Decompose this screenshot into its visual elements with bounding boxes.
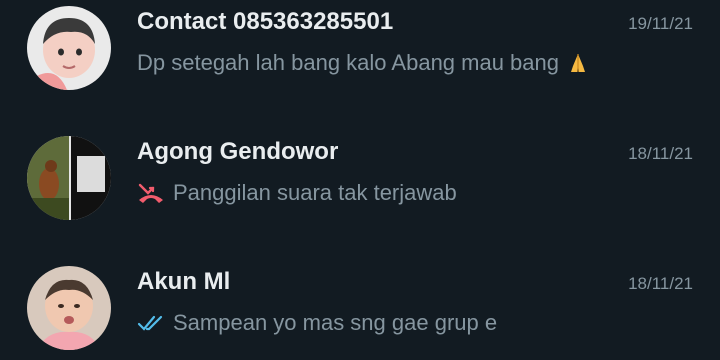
message-preview: Sampean yo mas sng gae grup e bbox=[137, 310, 497, 336]
contact-name: Agong Gendowor bbox=[137, 138, 339, 165]
message-date: 18/11/21 bbox=[628, 144, 693, 163]
message-date: 19/11/21 bbox=[628, 14, 693, 33]
message-preview: Panggilan suara tak terjawab bbox=[137, 180, 457, 206]
chat-row-contact-085363285501[interactable]: Contact 085363285501 19/11/21 Dp setegah… bbox=[0, 0, 720, 100]
avatar-bird-photo-image bbox=[27, 136, 111, 220]
double-check-read-icon bbox=[137, 313, 165, 333]
chat-list: Contact 085363285501 19/11/21 Dp setegah… bbox=[0, 0, 720, 360]
avatar-cartoon-boy-image bbox=[27, 6, 111, 90]
contact-name: Contact 085363285501 bbox=[137, 8, 394, 35]
missed-call-icon bbox=[137, 182, 165, 204]
contact-name: Akun Ml bbox=[137, 268, 231, 295]
message-date: 18/11/21 bbox=[628, 274, 693, 293]
chat-row-agong-gendowor[interactable]: Agong Gendowor 18/11/21 Panggilan suara … bbox=[0, 130, 720, 230]
avatar[interactable] bbox=[27, 6, 111, 90]
folded-hands-emoji-icon bbox=[567, 52, 589, 74]
avatar-baby-photo-image bbox=[27, 266, 111, 350]
message-preview-text: Panggilan suara tak terjawab bbox=[173, 180, 457, 205]
avatar[interactable] bbox=[27, 136, 111, 220]
message-preview-text: Sampean yo mas sng gae grup e bbox=[173, 310, 498, 335]
message-preview-text: Dp setegah lah bang kalo Abang mau bang bbox=[137, 50, 559, 75]
avatar[interactable] bbox=[27, 266, 111, 350]
message-preview: Dp setegah lah bang kalo Abang mau bang bbox=[137, 50, 589, 76]
chat-row-akun-ml[interactable]: Akun Ml 18/11/21 Sampean yo mas sng gae … bbox=[0, 260, 720, 360]
